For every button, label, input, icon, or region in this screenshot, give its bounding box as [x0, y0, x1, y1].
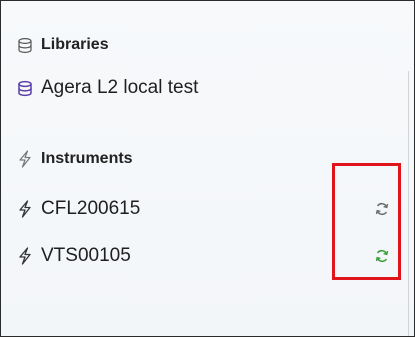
instrument-item-label: CFL200615 — [41, 198, 141, 219]
libraries-heading: Libraries — [41, 36, 109, 53]
library-item[interactable]: Agera L2 local test — [1, 71, 381, 105]
lightning-outline-icon — [16, 150, 34, 168]
lightning-icon — [16, 247, 34, 265]
library-item-label: Agera L2 local test — [41, 77, 199, 98]
panel-frame: Libraries Agera L2 local test Instrument… — [0, 0, 415, 337]
lightning-icon — [16, 200, 34, 218]
database-icon — [16, 79, 34, 97]
database-outline-icon — [16, 36, 34, 54]
libraries-section-header[interactable]: Libraries — [1, 28, 381, 62]
instruments-heading: Instruments — [41, 150, 133, 167]
highlight-box — [332, 163, 401, 280]
panel-divider — [408, 71, 409, 336]
instruments-section-header[interactable]: Instruments — [1, 142, 381, 176]
instrument-item-label: VTS00105 — [41, 245, 131, 266]
